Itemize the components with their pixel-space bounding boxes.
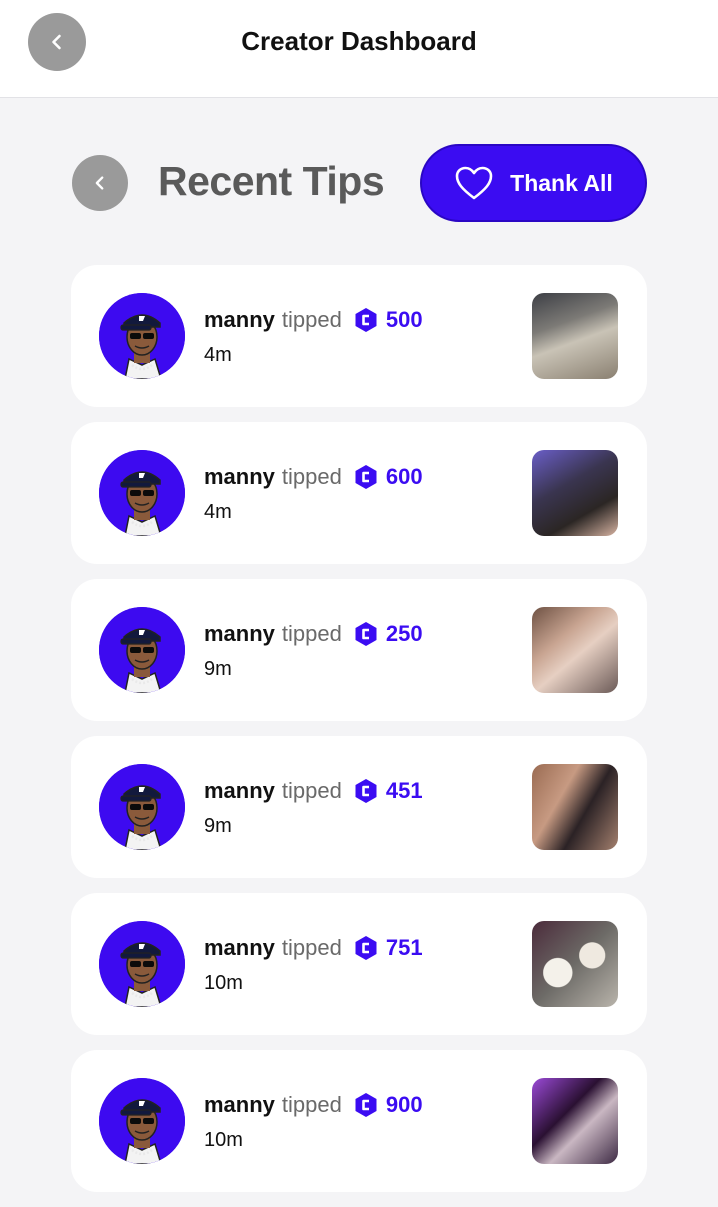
tip-verb: tipped — [281, 1092, 342, 1117]
tip-summary: manny tipped 451 — [204, 778, 423, 804]
coin-icon — [354, 307, 378, 333]
heart-outline-icon — [455, 166, 493, 200]
tip-time: 9m — [204, 658, 232, 680]
tip-summary: manny tipped 600 — [204, 464, 423, 490]
tip-amount: 500 — [385, 307, 423, 332]
tip-verb: tipped — [281, 621, 342, 646]
section-title: Recent Tips — [158, 158, 385, 204]
tip-verb: tipped — [281, 307, 342, 332]
user-avatar-illustration — [99, 607, 185, 693]
tip-amount: 900 — [385, 1092, 423, 1117]
tipper-name[interactable]: manny — [204, 621, 275, 647]
page-title: Creator Dashboard — [241, 26, 477, 56]
tip-time: 9m — [204, 815, 232, 837]
user-avatar-illustration — [99, 293, 185, 379]
tipper-name[interactable]: manny — [204, 1092, 275, 1118]
content-thumbnail[interactable] — [532, 450, 618, 536]
tip-summary: manny tipped 751 — [204, 935, 423, 961]
tip-verb: tipped — [281, 464, 342, 489]
chevron-left-icon — [95, 176, 104, 190]
coin-icon — [354, 621, 378, 647]
tip-summary: manny tipped 500 — [204, 307, 423, 333]
tip-time: 10m — [204, 972, 243, 994]
user-avatar-illustration — [99, 450, 185, 536]
content-thumbnail[interactable] — [532, 1078, 618, 1164]
avatar[interactable] — [99, 293, 185, 379]
user-avatar-illustration — [99, 764, 185, 850]
tip-amount: 600 — [385, 464, 423, 489]
tip-summary: manny tipped 900 — [204, 1092, 423, 1118]
thank-all-label: Thank All — [510, 169, 613, 196]
tip-verb: tipped — [281, 778, 342, 803]
coin-icon — [354, 935, 378, 961]
tip-card[interactable]: manny tipped 600 4m — [71, 422, 647, 564]
tip-amount: 250 — [385, 621, 423, 646]
content-thumbnail[interactable] — [532, 764, 618, 850]
tip-card[interactable]: manny tipped 751 10m — [71, 893, 647, 1035]
tipper-name[interactable]: manny — [204, 307, 275, 333]
tip-card[interactable]: manny tipped 250 9m — [71, 579, 647, 721]
recent-tips-header: Recent Tips Thank All — [0, 140, 718, 230]
tipper-name[interactable]: manny — [204, 935, 275, 961]
coin-icon — [354, 464, 378, 490]
content-thumbnail[interactable] — [532, 607, 618, 693]
tip-time: 10m — [204, 1129, 243, 1151]
tip-time: 4m — [204, 344, 232, 366]
thank-all-button[interactable]: Thank All — [420, 144, 647, 222]
tip-time: 4m — [204, 501, 232, 523]
content-thumbnail[interactable] — [532, 921, 618, 1007]
avatar[interactable] — [99, 1078, 185, 1164]
tip-amount: 451 — [385, 778, 423, 803]
content-thumbnail[interactable] — [532, 293, 618, 379]
user-avatar-illustration — [99, 921, 185, 1007]
tip-card[interactable]: manny tipped 900 10m — [71, 1050, 647, 1192]
tip-amount: 751 — [385, 935, 423, 960]
avatar[interactable] — [99, 764, 185, 850]
coin-icon — [354, 778, 378, 804]
coin-icon — [354, 1092, 378, 1118]
tip-card[interactable]: manny tipped 451 9m — [71, 736, 647, 878]
tip-verb: tipped — [281, 935, 342, 960]
tips-list: manny tipped 500 4m manny tipped 600 4m … — [71, 265, 647, 1207]
avatar[interactable] — [99, 921, 185, 1007]
section-back-button[interactable] — [72, 155, 128, 211]
tip-summary: manny tipped 250 — [204, 621, 423, 647]
top-bar: Creator Dashboard — [0, 0, 718, 98]
user-avatar-illustration — [99, 1078, 185, 1164]
tip-card[interactable]: manny tipped 500 4m — [71, 265, 647, 407]
avatar[interactable] — [99, 607, 185, 693]
tipper-name[interactable]: manny — [204, 778, 275, 804]
avatar[interactable] — [99, 450, 185, 536]
tipper-name[interactable]: manny — [204, 464, 275, 490]
